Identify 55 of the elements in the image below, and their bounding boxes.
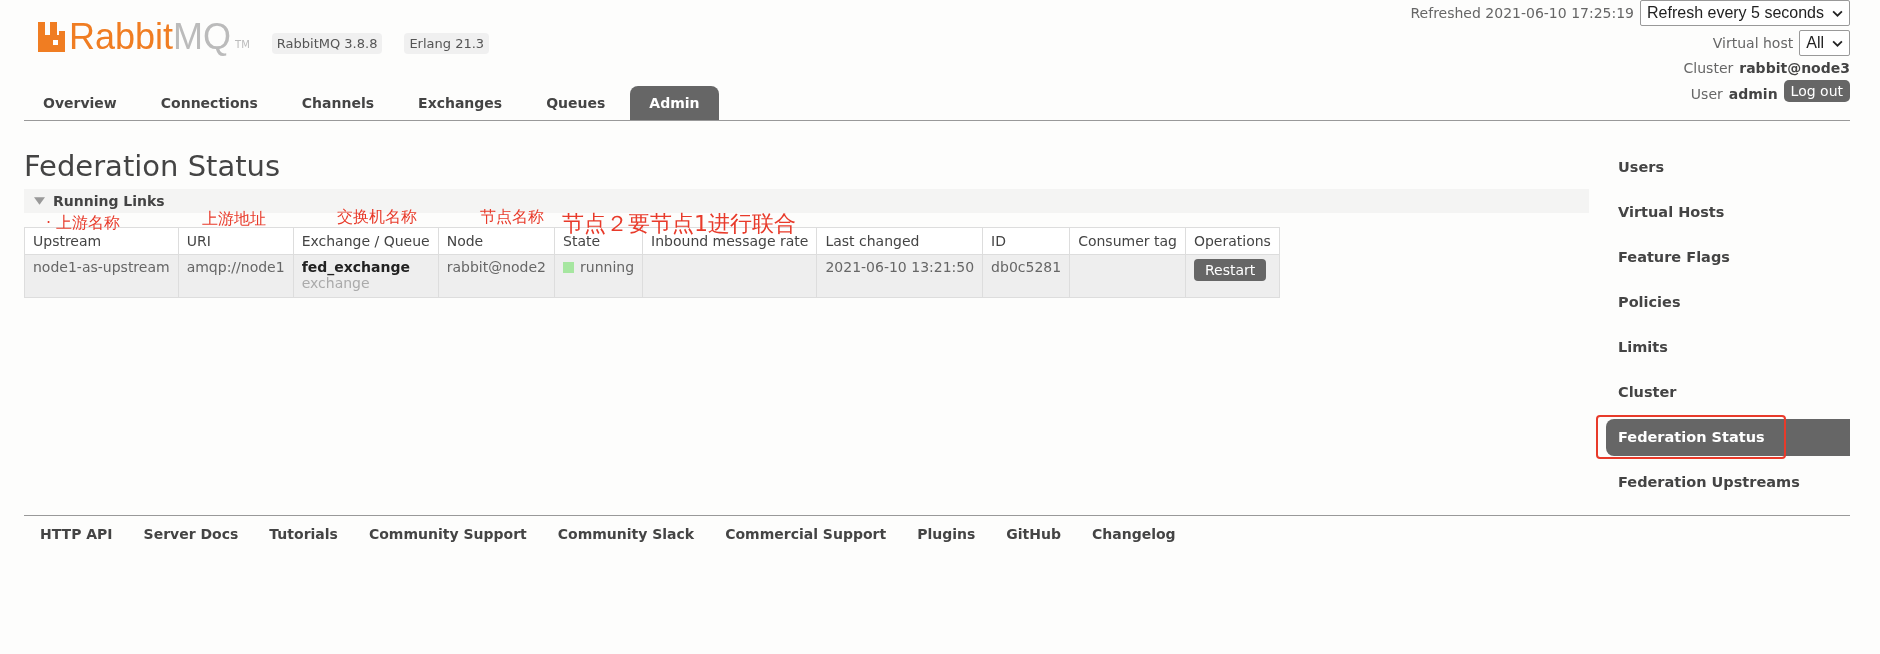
- version-badge: Erlang 21.3: [404, 33, 490, 54]
- cluster-label: Cluster: [1683, 60, 1734, 76]
- sidebar-item[interactable]: Policies: [1606, 284, 1850, 321]
- column-header: Node: [438, 227, 555, 255]
- sidebar-item[interactable]: Users: [1606, 149, 1850, 186]
- footer-link[interactable]: Changelog: [1092, 526, 1176, 542]
- column-header: Exchange / Queue: [293, 227, 439, 255]
- column-header: ID: [982, 227, 1070, 255]
- footer-link[interactable]: GitHub: [1006, 526, 1061, 542]
- exchange-name: fed_exchange: [301, 259, 411, 275]
- virtual-host-select[interactable]: All: [1799, 30, 1850, 56]
- chevron-down-icon: [1832, 39, 1843, 47]
- footer-link[interactable]: Community Slack: [557, 526, 695, 542]
- page-title: Federation Status: [24, 149, 282, 183]
- column-header: Operations: [1185, 227, 1280, 255]
- footer-link[interactable]: Plugins: [917, 526, 976, 542]
- status-text: running: [580, 259, 635, 275]
- sidebar-item[interactable]: Limits: [1606, 329, 1850, 366]
- column-header: Consumer tag: [1069, 227, 1186, 255]
- table-cell: db0c5281: [982, 254, 1070, 298]
- column-header: URI: [178, 227, 294, 255]
- nav-tab[interactable]: Channels: [282, 86, 394, 120]
- table-cell: node1-as-upstream: [24, 254, 179, 298]
- table-cell: 2021-06-10 13:21:50: [816, 254, 983, 298]
- cluster-name: rabbit@node3: [1739, 60, 1850, 76]
- nav-tab[interactable]: Overview: [24, 86, 136, 120]
- chevron-down-icon: [1832, 9, 1843, 17]
- footer-link[interactable]: Server Docs: [143, 526, 239, 542]
- sidebar-item[interactable]: Federation Upstreams: [1606, 464, 1850, 501]
- sidebar-item[interactable]: Feature Flags: [1606, 239, 1850, 276]
- nav-tab[interactable]: Exchanges: [399, 86, 522, 120]
- virtual-host-label: Virtual host: [1712, 35, 1794, 51]
- logout-button[interactable]: Log out: [1783, 80, 1850, 102]
- version-badge: RabbitMQ 3.8.8: [271, 33, 383, 54]
- table-cell: rabbit@node2: [438, 254, 555, 298]
- user-name: admin: [1728, 85, 1778, 102]
- logo: RabbitMQ TM: [38, 16, 250, 56]
- column-header: Last changed: [816, 227, 983, 255]
- user-label: User: [1690, 85, 1723, 102]
- footer-link[interactable]: HTTP API: [40, 526, 113, 542]
- footer-link[interactable]: Commercial Support: [725, 526, 887, 542]
- restart-button[interactable]: Restart: [1193, 259, 1267, 281]
- footer-link[interactable]: Tutorials: [269, 526, 338, 542]
- sidebar-item[interactable]: Cluster: [1606, 374, 1850, 411]
- triangle-down-icon: [34, 197, 45, 205]
- footer-link[interactable]: Community Support: [368, 526, 527, 542]
- nav-tab[interactable]: Connections: [141, 86, 277, 120]
- refresh-select[interactable]: Refresh every 5 seconds: [1640, 0, 1850, 26]
- exchange-type: exchange: [301, 275, 370, 291]
- sidebar-item[interactable]: Federation Status: [1606, 419, 1850, 456]
- sidebar-item[interactable]: Virtual Hosts: [1606, 194, 1850, 231]
- refreshed-time: Refreshed 2021-06-10 17:25:19: [1410, 5, 1634, 21]
- nav-tab[interactable]: Queues: [527, 86, 625, 120]
- nav-tab[interactable]: Admin: [630, 86, 719, 120]
- table-cell: amqp://node1: [178, 254, 294, 298]
